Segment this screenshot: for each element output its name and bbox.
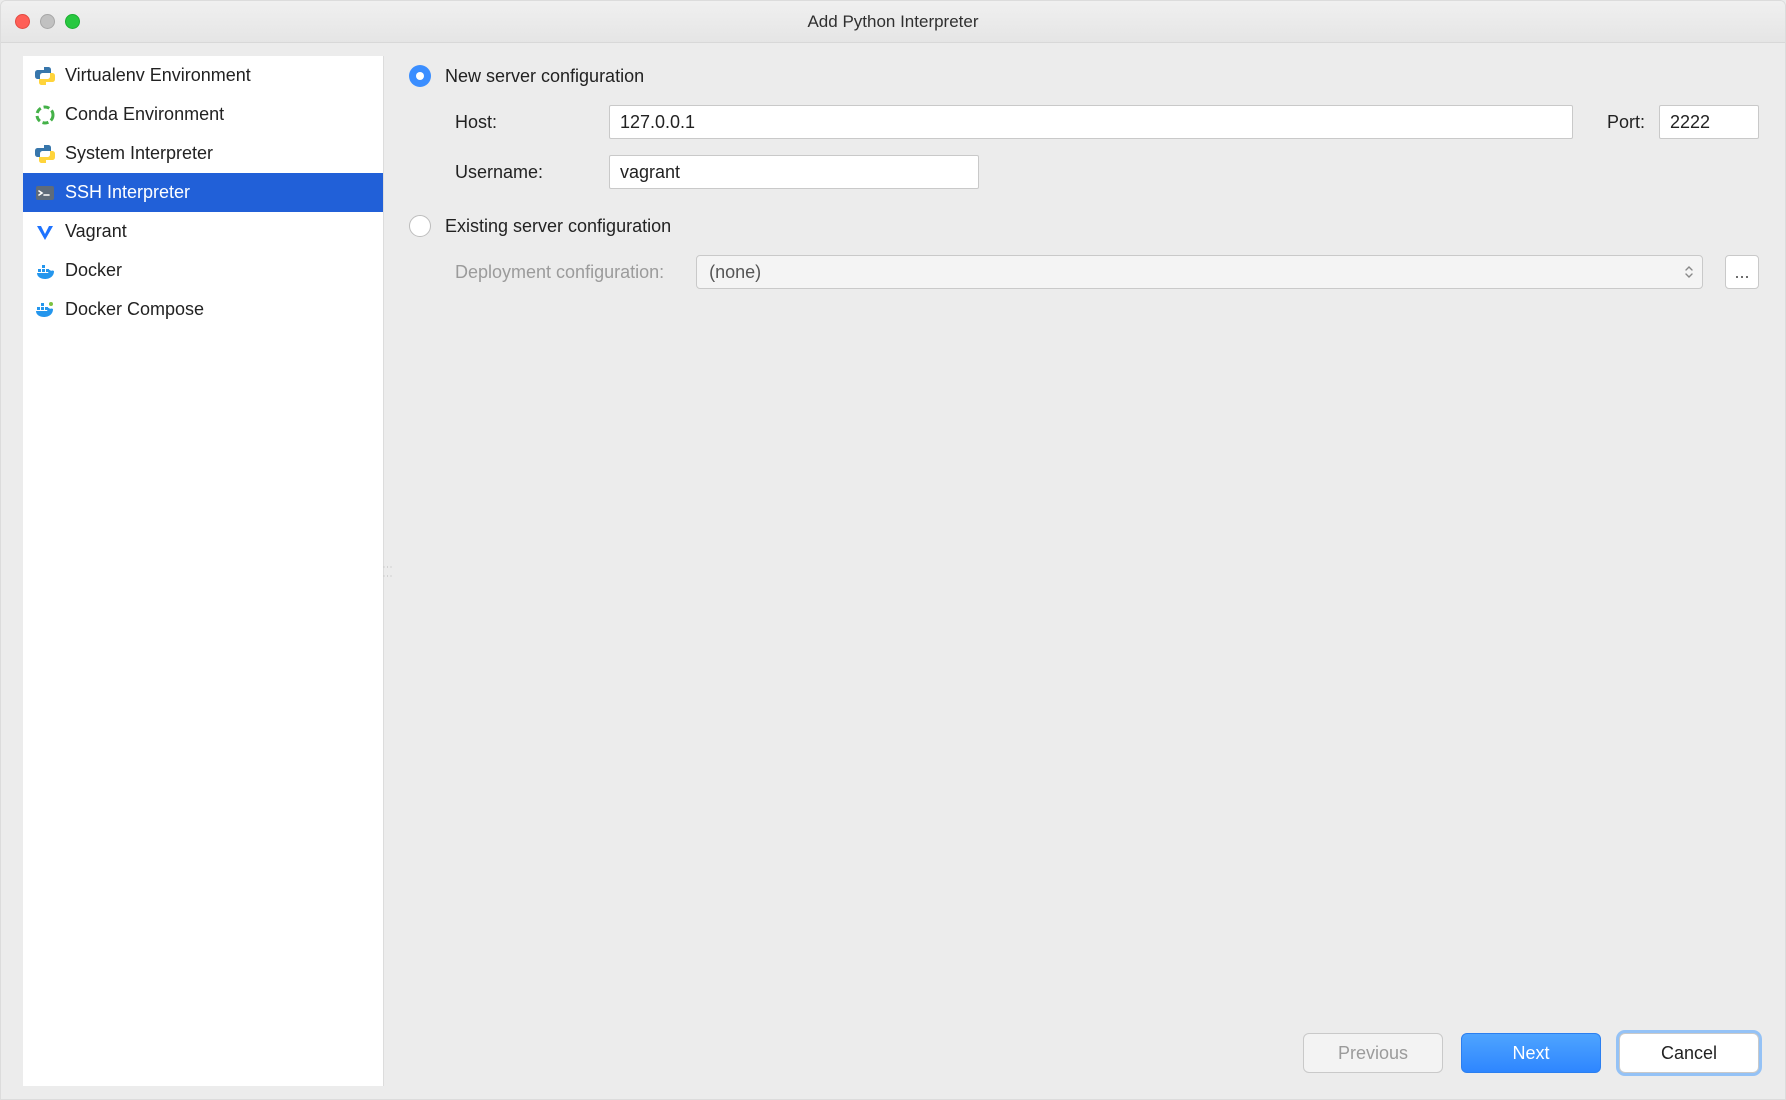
previous-button[interactable]: Previous bbox=[1303, 1033, 1443, 1073]
button-label: Next bbox=[1512, 1043, 1549, 1064]
sidebar-item-system[interactable]: System Interpreter bbox=[23, 134, 383, 173]
terminal-icon bbox=[35, 183, 55, 203]
deployment-row: Deployment configuration: (none) ... bbox=[455, 255, 1759, 289]
deployment-label: Deployment configuration: bbox=[455, 262, 664, 283]
host-input[interactable] bbox=[609, 105, 1573, 139]
next-button[interactable]: Next bbox=[1461, 1033, 1601, 1073]
username-row: Username: bbox=[455, 155, 1759, 189]
docker-compose-icon bbox=[35, 300, 55, 320]
radio-existing-config-row[interactable]: Existing server configuration bbox=[409, 215, 1759, 237]
sidebar-item-label: Docker Compose bbox=[65, 299, 204, 320]
button-label: Cancel bbox=[1661, 1043, 1717, 1064]
python-icon bbox=[35, 66, 55, 86]
sidebar-item-label: Conda Environment bbox=[65, 104, 224, 125]
port-input[interactable] bbox=[1659, 105, 1759, 139]
port-label: Port: bbox=[1607, 112, 1645, 133]
username-label: Username: bbox=[455, 162, 595, 183]
username-input[interactable] bbox=[609, 155, 979, 189]
sidebar-item-vagrant[interactable]: Vagrant bbox=[23, 212, 383, 251]
docker-icon bbox=[35, 261, 55, 281]
sidebar-item-virtualenv[interactable]: Virtualenv Environment bbox=[23, 56, 383, 95]
sidebar-item-conda[interactable]: Conda Environment bbox=[23, 95, 383, 134]
window-title: Add Python Interpreter bbox=[1, 12, 1785, 32]
button-label: Previous bbox=[1338, 1043, 1408, 1064]
host-row: Host: Port: bbox=[455, 105, 1759, 139]
host-label: Host: bbox=[455, 112, 595, 133]
sidebar-item-label: System Interpreter bbox=[65, 143, 213, 164]
python-icon bbox=[35, 144, 55, 164]
ellipsis-icon: ... bbox=[1734, 262, 1749, 283]
conda-icon bbox=[35, 105, 55, 125]
radio-new-config-label: New server configuration bbox=[445, 66, 644, 87]
sidebar-item-label: Docker bbox=[65, 260, 122, 281]
deployment-value: (none) bbox=[709, 262, 761, 283]
vagrant-icon bbox=[35, 222, 55, 242]
radio-new-config[interactable] bbox=[409, 65, 431, 87]
dialog-body: Virtualenv Environment Conda Environment… bbox=[1, 43, 1785, 1099]
radio-existing-config[interactable] bbox=[409, 215, 431, 237]
main-panel: New server configuration Host: Port: Use… bbox=[391, 43, 1785, 1099]
chevron-updown-icon bbox=[1684, 265, 1694, 279]
sidebar-item-label: Vagrant bbox=[65, 221, 127, 242]
radio-existing-config-label: Existing server configuration bbox=[445, 216, 671, 237]
cancel-button[interactable]: Cancel bbox=[1619, 1033, 1759, 1073]
radio-new-config-row[interactable]: New server configuration bbox=[409, 65, 1759, 87]
sidebar-item-label: SSH Interpreter bbox=[65, 182, 190, 203]
browse-button[interactable]: ... bbox=[1725, 255, 1759, 289]
sidebar-item-label: Virtualenv Environment bbox=[65, 65, 251, 86]
sidebar-item-ssh[interactable]: SSH Interpreter bbox=[23, 173, 383, 212]
sidebar-item-docker-compose[interactable]: Docker Compose bbox=[23, 290, 383, 329]
dialog-footer: Previous Next Cancel bbox=[1303, 1033, 1759, 1073]
sidebar-item-docker[interactable]: Docker bbox=[23, 251, 383, 290]
dialog-window: Add Python Interpreter Virtualenv Enviro… bbox=[0, 0, 1786, 1100]
deployment-dropdown[interactable]: (none) bbox=[696, 255, 1703, 289]
splitter-handle[interactable]: ⋮⋮ bbox=[383, 56, 391, 1086]
sidebar: Virtualenv Environment Conda Environment… bbox=[23, 56, 383, 1086]
titlebar: Add Python Interpreter bbox=[1, 1, 1785, 43]
